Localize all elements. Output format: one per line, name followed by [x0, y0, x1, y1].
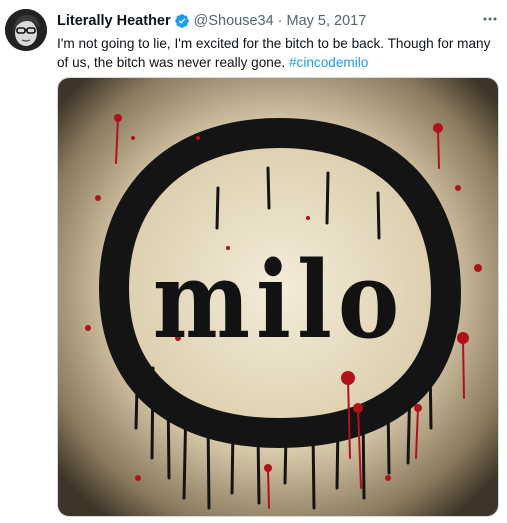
avatar[interactable]	[5, 9, 47, 51]
tweet-image[interactable]: milo	[57, 77, 499, 517]
display-name[interactable]: Literally Heather	[57, 13, 171, 29]
more-options-icon[interactable]	[480, 10, 500, 28]
tweet-text: I'm not going to lie, I'm excited for th…	[57, 34, 497, 72]
separator-dot: ·	[277, 13, 283, 29]
verified-badge-icon	[174, 13, 190, 29]
handle[interactable]: @Shouse34	[194, 13, 274, 29]
tweet-date[interactable]: May 5, 2017	[287, 13, 367, 29]
tweet-header: Literally Heather @Shouse34 · May 5, 201…	[57, 11, 366, 31]
hashtag-link[interactable]: #cincodemilo	[289, 55, 368, 70]
milo-logo-text: milo	[152, 237, 406, 363]
tweet[interactable]: Literally Heather @Shouse34 · May 5, 201…	[0, 0, 507, 523]
tweet-body: I'm not going to lie, I'm excited for th…	[57, 36, 491, 70]
